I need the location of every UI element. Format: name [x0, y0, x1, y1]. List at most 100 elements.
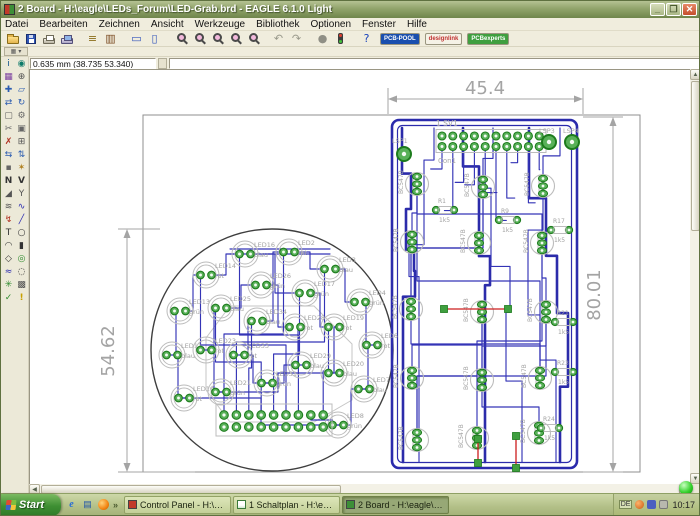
- cut-tool[interactable]: ✂: [2, 123, 15, 136]
- start-button[interactable]: Start: [1, 494, 61, 516]
- mark-tool[interactable]: ⊕: [15, 71, 28, 84]
- delete-tool[interactable]: ✗: [2, 136, 15, 149]
- pcb-experts-badge[interactable]: PCBexperts: [467, 33, 509, 45]
- design-link-badge[interactable]: designlink: [425, 33, 463, 45]
- polygon-tool[interactable]: ◇: [2, 253, 15, 266]
- name-tool[interactable]: N: [2, 175, 15, 188]
- svg-text:grün: grün: [230, 389, 245, 397]
- title-bar[interactable]: 2 Board - H:\eagle\LEDs_Forum\LED-Grab.b…: [1, 1, 699, 18]
- menu-item-optionen[interactable]: Optionen: [310, 19, 351, 30]
- arc-tool[interactable]: ◠: [2, 240, 15, 253]
- taskbar-task-1[interactable]: Control Panel - H:\ea...: [124, 496, 231, 514]
- svg-text:1k5: 1k5: [558, 379, 569, 386]
- optimize-tool[interactable]: ≋: [2, 201, 15, 214]
- route-tool[interactable]: ∿: [15, 201, 28, 214]
- pcb-pool-badge[interactable]: PCB-POOL: [380, 33, 420, 45]
- value-tool[interactable]: V: [15, 175, 28, 188]
- run-ulp-button[interactable]: ▥: [102, 31, 119, 46]
- taskbar-task-2[interactable]: 1 Schaltplan - H:\eagl...: [233, 496, 340, 514]
- show-tool[interactable]: ◉: [15, 58, 28, 71]
- menu-item-hilfe[interactable]: Hilfe: [407, 19, 427, 30]
- print-button[interactable]: [40, 31, 57, 46]
- info-tool[interactable]: i: [2, 58, 15, 71]
- help-button[interactable]: ?: [358, 31, 375, 46]
- lock-tool[interactable]: ▪: [2, 162, 15, 175]
- move-tool[interactable]: ✚: [2, 84, 15, 97]
- zoom-in-button[interactable]: [190, 31, 207, 46]
- redo-button[interactable]: ↷: [288, 31, 305, 46]
- menu-item-werkzeuge[interactable]: Werkzeuge: [195, 19, 245, 30]
- drc-tool[interactable]: ✓: [2, 292, 15, 305]
- scroll-down-arrow[interactable]: ▼: [690, 473, 700, 484]
- open-board-button[interactable]: ▯: [146, 31, 163, 46]
- show-desktop-icon[interactable]: ▤: [81, 498, 94, 511]
- firefox-icon[interactable]: [97, 498, 110, 511]
- ratsnest-tool[interactable]: ✳: [2, 279, 15, 292]
- zoom-redraw-button[interactable]: [226, 31, 243, 46]
- zoom-select-button[interactable]: [244, 31, 261, 46]
- grid-button[interactable]: ▦▾: [4, 47, 28, 56]
- zoom-out-button[interactable]: [208, 31, 225, 46]
- tray-icon-1[interactable]: [635, 500, 644, 509]
- svg-text:LED16: LED16: [254, 241, 275, 249]
- group-tool[interactable]: ▢: [2, 110, 15, 123]
- text-tool[interactable]: T: [2, 227, 15, 240]
- drawing-canvas[interactable]: 45.4 80.01: [29, 69, 690, 484]
- menu-item-zeichnen[interactable]: Zeichnen: [99, 19, 140, 30]
- task-icon-sch: [237, 500, 246, 509]
- cam-processor-button[interactable]: [58, 31, 75, 46]
- rect-tool[interactable]: ▮: [15, 240, 28, 253]
- via-tool[interactable]: ◎: [15, 253, 28, 266]
- svg-text:LED29: LED29: [310, 352, 331, 360]
- wire-tool[interactable]: ╱: [15, 214, 28, 227]
- script-button[interactable]: ≡: [84, 31, 101, 46]
- vertical-scrollbar[interactable]: ▲ ▼: [690, 69, 700, 484]
- smash-tool[interactable]: ✶: [15, 162, 28, 175]
- svg-text:BC547B: BC547B: [463, 298, 470, 322]
- change-tool[interactable]: ⚙: [15, 110, 28, 123]
- auto-router-tool[interactable]: ▩: [15, 279, 28, 292]
- scroll-up-arrow[interactable]: ▲: [690, 69, 700, 80]
- svg-text:rot: rot: [215, 272, 225, 280]
- add-tool[interactable]: ⊞: [15, 136, 28, 149]
- tray-icon-2[interactable]: [647, 500, 656, 509]
- internet-explorer-icon[interactable]: e: [65, 498, 78, 511]
- hole-tool[interactable]: ◌: [15, 266, 28, 279]
- circle-tool[interactable]: ○: [15, 227, 28, 240]
- quick-launch-overflow[interactable]: »: [113, 500, 118, 510]
- menu-item-ansicht[interactable]: Ansicht: [151, 19, 184, 30]
- grid-icon: ▦: [11, 48, 17, 55]
- maximize-button[interactable]: ❐: [666, 3, 681, 16]
- menu-item-fenster[interactable]: Fenster: [362, 19, 396, 30]
- menu-item-bibliothek[interactable]: Bibliothek: [256, 19, 299, 30]
- pinswap-tool[interactable]: ⇆: [2, 149, 15, 162]
- split-tool[interactable]: Y: [15, 188, 28, 201]
- close-button[interactable]: ✕: [682, 3, 697, 16]
- save-button[interactable]: [22, 31, 39, 46]
- traffic-light-button[interactable]: [332, 31, 349, 46]
- language-indicator[interactable]: DE: [619, 500, 633, 509]
- svg-text:blau: blau: [230, 305, 244, 313]
- vertical-scroll-thumb[interactable]: [691, 81, 700, 231]
- undo-button[interactable]: ↶: [270, 31, 287, 46]
- open-button[interactable]: [4, 31, 21, 46]
- copy-tool[interactable]: ▱: [15, 84, 28, 97]
- minimize-button[interactable]: _: [650, 3, 665, 16]
- display-layers-tool[interactable]: ▦: [2, 71, 15, 84]
- miter-tool[interactable]: ◢: [2, 188, 15, 201]
- command-input[interactable]: [169, 58, 700, 69]
- menu-item-bearbeiten[interactable]: Bearbeiten: [39, 19, 87, 30]
- paste-tool[interactable]: ▣: [15, 123, 28, 136]
- ripup-tool[interactable]: ↯: [2, 214, 15, 227]
- open-schematic-button[interactable]: ▭: [128, 31, 145, 46]
- errors-tool[interactable]: !: [15, 292, 28, 305]
- zoom-fit-button[interactable]: [172, 31, 189, 46]
- mirror-tool[interactable]: ⇄: [2, 97, 15, 110]
- replace-tool[interactable]: ⇅: [15, 149, 28, 162]
- stop-button[interactable]: ●: [314, 31, 331, 46]
- menu-item-datei[interactable]: Datei: [5, 19, 28, 30]
- tray-icon-3[interactable]: [659, 500, 668, 509]
- taskbar-task-3[interactable]: 2 Board - H:\eagle\LE...: [342, 496, 449, 514]
- signal-tool[interactable]: ≈: [2, 266, 15, 279]
- rotate-tool[interactable]: ↻: [15, 97, 28, 110]
